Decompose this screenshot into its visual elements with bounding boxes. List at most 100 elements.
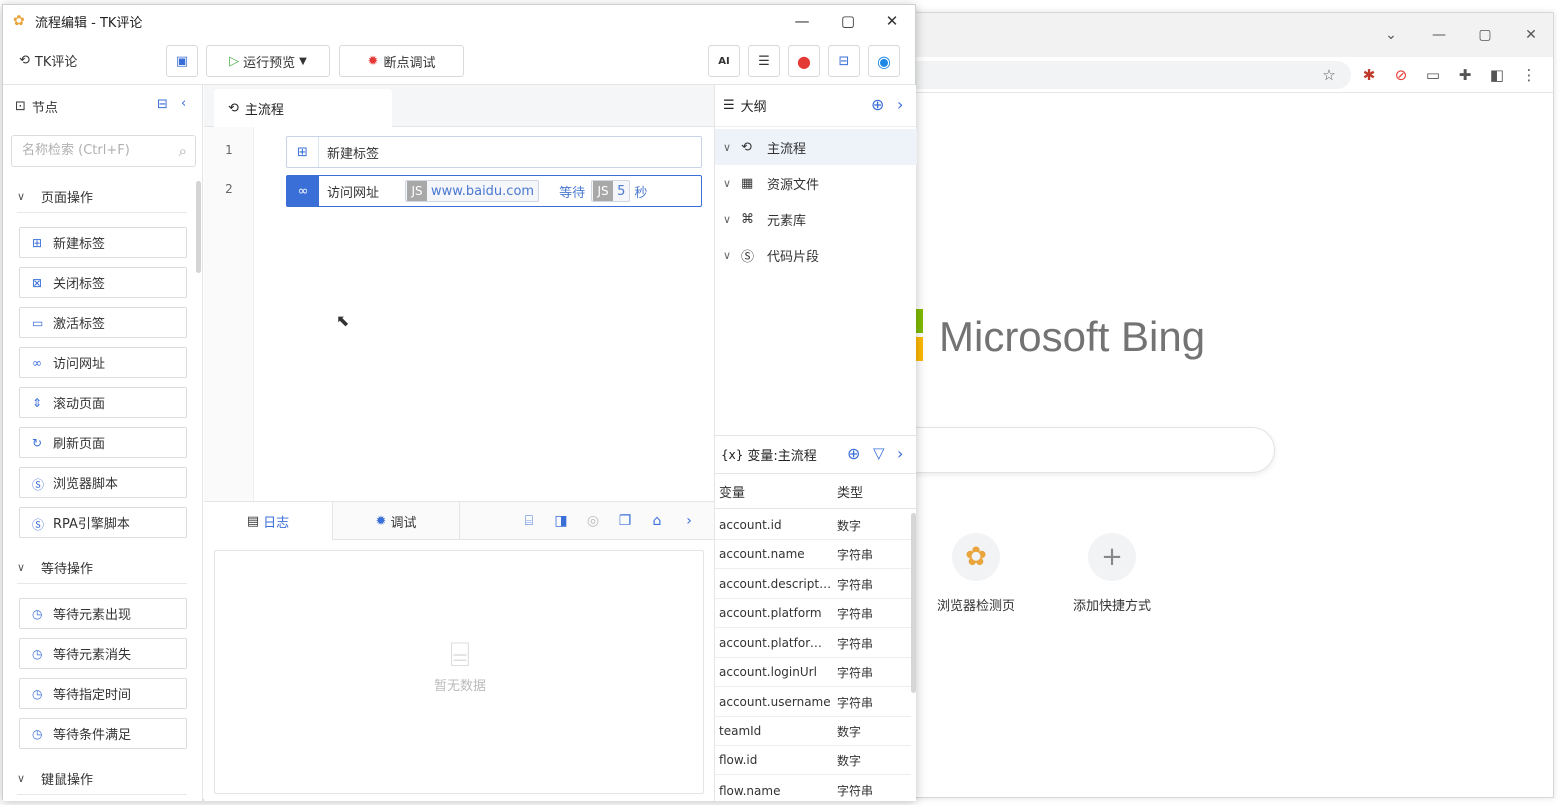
node-wait-time[interactable]: ◷ 等待指定时间 [19,678,187,709]
notes-button[interactable]: ☰ [748,45,780,77]
var-name: teamId [719,724,762,738]
outline-header: ☰ 大纲 ⊕ › [715,85,916,127]
node-visit-url[interactable]: ∞ 访问网址 [19,347,187,378]
table-row[interactable]: flow.id 数字 [715,746,911,775]
close-icon[interactable]: ✕ [1519,23,1543,47]
project-title: ⟲ TK评论 [19,51,77,70]
maximize-button[interactable]: ▢ [825,5,871,37]
node-rpa-script[interactable]: Ⓢ RPA引擎脚本 [19,507,187,538]
minimize-icon[interactable]: — [1427,23,1451,47]
chevron-right-icon[interactable]: › [897,444,903,463]
node-activate-tab[interactable]: ▭ 激活标签 [19,307,187,338]
ai-button[interactable]: AI [708,45,740,77]
node-scroll-page[interactable]: ⇕ 滚动页面 [19,387,187,418]
node-refresh-page[interactable]: ↻ 刷新页面 [19,427,187,458]
debug-button[interactable]: ✹ 断点调试 [339,45,464,77]
table-row[interactable]: account.descripti... 字符串 [715,570,911,599]
chevron-right-icon[interactable]: › [680,512,698,530]
nodes-scrollbar[interactable] [196,181,201,273]
table-row[interactable]: teamId 数字 [715,717,911,746]
tab-label: 调试 [390,515,417,531]
extension-flower-icon[interactable]: ✱ [1359,65,1379,85]
outline-item-element-library[interactable]: ∨ ⌘ 元素库 [715,201,917,237]
add-shortcut[interactable]: + 添加快捷方式 [1047,533,1177,614]
node-wait-condition[interactable]: ◷ 等待条件满足 [19,718,187,749]
star-icon[interactable]: ☆ [1319,65,1339,85]
chevron-down-icon[interactable]: ⌄ [1379,23,1403,47]
shortcut-label: 浏览器检测页 [936,599,1015,614]
save-button[interactable]: ▣ [166,45,198,77]
table-row[interactable]: account.platform 字符串 [715,599,911,628]
table-row[interactable]: account.loginUrl 字符串 [715,658,911,687]
table-row[interactable]: account.id 数字 [715,511,911,540]
panel-icon[interactable]: ◨ [552,512,570,530]
run-preview-button[interactable]: ▷ 运行预览 ▼ [206,45,330,77]
stop-icon[interactable]: ◎ [584,512,602,530]
node-browser-script[interactable]: Ⓢ 浏览器脚本 [19,467,187,498]
var-type: 字符串 [837,606,874,621]
add-circle-icon[interactable]: ⊕ [847,444,860,463]
js-icon: JS [407,181,428,201]
url-param[interactable]: JS www.baidu.com [405,180,540,202]
wait-param[interactable]: JS 5 [591,180,631,202]
camera-icon[interactable]: ▭ [1423,65,1443,85]
shortcut-item[interactable]: ✿ 浏览器检测页 [911,533,1041,614]
var-type: 字符串 [837,784,874,798]
maximize-icon[interactable]: ▢ [1473,23,1497,47]
close-button[interactable]: ✕ [869,5,915,37]
sidebar-icon[interactable]: ◧ [1487,65,1507,85]
step-visit-url[interactable]: ∞ 访问网址 JS www.baidu.com 等待 JS 5 秒 [286,175,702,207]
clock-icon: ◷ [32,606,43,621]
target-button[interactable]: ◉ [868,45,900,77]
group-wait-ops[interactable]: ∨ 等待操作 [17,552,187,584]
group-label: 页面操作 [41,191,94,206]
table-row[interactable]: account.username 字符串 [715,688,911,717]
tab-debug[interactable]: ✹ 调试 [332,502,460,540]
plus-icon: + [1088,533,1136,581]
table-row[interactable]: account.name 字符串 [715,540,911,569]
variables-scrollbar[interactable] [911,513,916,693]
table-row[interactable]: flow.name 字符串 [715,776,911,805]
omnibox[interactable] [881,61,1351,89]
window-titlebar: ✿ 流程编辑 - TK评论 — ▢ ✕ [3,5,915,37]
menu-icon[interactable]: ⋮ [1519,65,1539,85]
copy-icon[interactable]: ❐ [616,512,634,530]
outline-item-main-flow[interactable]: ∨ ⟲ 主流程 [715,129,917,165]
chevron-right-icon[interactable]: › [897,95,903,114]
node-close-tab[interactable]: ⊠ 关闭标签 [19,267,187,298]
trash-icon[interactable]: ⌂ [648,512,666,530]
script-icon: Ⓢ [32,477,45,492]
brush-icon[interactable]: ⌸ [520,512,538,530]
group-keyboard-mouse[interactable]: ∨ 键鼠操作 [17,763,187,795]
node-search-input[interactable]: 名称检索 (Ctrl+F) ⌕ [11,135,196,167]
node-wait-element-disappear[interactable]: ◷ 等待元素消失 [19,638,187,669]
bing-search-box[interactable] [881,427,1275,473]
node-label: 等待条件满足 [53,728,132,743]
app-logo-icon: ✿ [13,13,25,29]
collapse-all-icon[interactable]: ⊟ [157,97,168,112]
record-button[interactable]: ● [788,45,820,77]
outline-item-resources[interactable]: ∨ ▦ 资源文件 [715,165,917,201]
nodes-icon: ⊡ [15,98,26,114]
add-circle-icon[interactable]: ⊕ [871,95,884,114]
puzzle-icon[interactable]: ✚ [1455,65,1475,85]
step-new-tab[interactable]: ⊞ 新建标签 [286,136,702,168]
node-wait-element-appear[interactable]: ◷ 等待元素出现 [19,598,187,629]
outline-title: 大纲 [740,100,767,115]
tab-main-flow[interactable]: ⟲ 主流程 [214,89,392,127]
var-type: 字符串 [837,636,874,651]
tab-log[interactable]: ▤ 日志 [204,502,332,540]
window-title: 流程编辑 - TK评论 [35,15,143,31]
toolbar: ⟲ TK评论 ▣ ▷ 运行预览 ▼ ✹ 断点调试 AI ☰ ● ⊟ ◉ [3,37,915,85]
outline-item-snippets[interactable]: ∨ Ⓢ 代码片段 [715,237,917,273]
block-icon[interactable]: ⊘ [1391,65,1411,85]
node-new-tab[interactable]: ⊞ 新建标签 [19,227,187,258]
clock-icon: ◷ [32,686,43,701]
group-page-ops[interactable]: ∨ 页面操作 [17,181,187,213]
code-file-icon: ⌘ [741,211,754,227]
table-row[interactable]: account.platform... 字符串 [715,629,911,658]
collapse-button[interactable]: ⊟ [828,45,860,77]
filter-icon[interactable]: ▽ [873,444,885,462]
chevron-left-icon[interactable]: ‹ [181,96,186,111]
minimize-button[interactable]: — [779,5,825,37]
